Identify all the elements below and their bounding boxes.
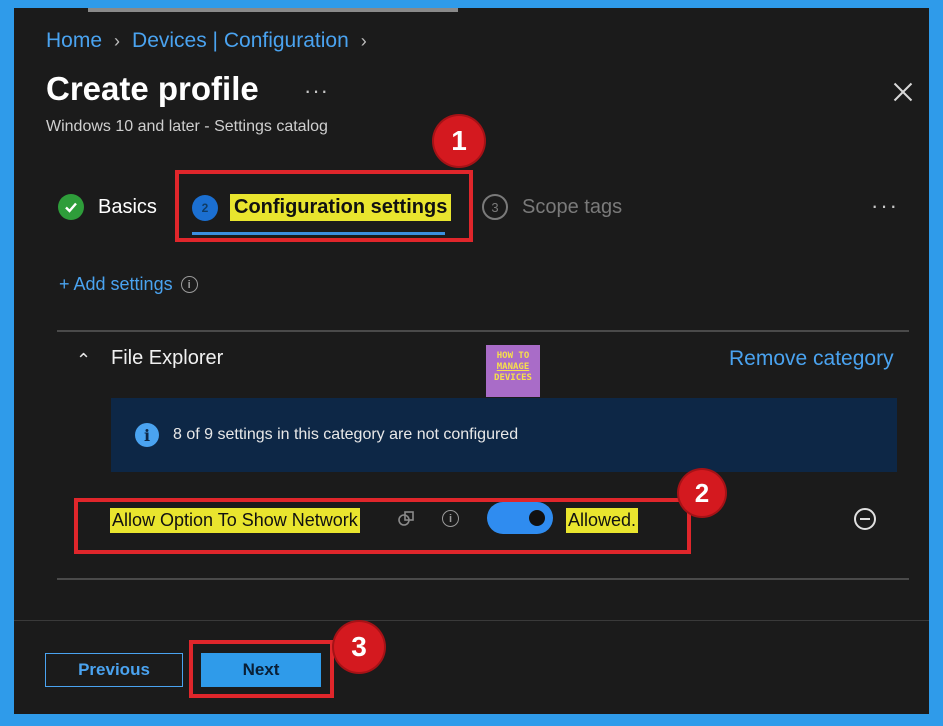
callout-box-3 [189, 640, 334, 698]
remove-category-link[interactable]: Remove category [729, 347, 894, 371]
breadcrumb: Home › Devices | Configuration › [46, 29, 379, 53]
close-icon[interactable] [889, 78, 917, 106]
breadcrumb-home[interactable]: Home [46, 29, 102, 53]
callout-box-2 [74, 498, 691, 554]
page-title: Create profile [46, 70, 259, 107]
breadcrumb-devices[interactable]: Devices | Configuration [132, 29, 349, 53]
scroll-indicator [88, 8, 458, 12]
add-settings-link[interactable]: + Add settings i [59, 274, 198, 295]
remove-setting-icon[interactable] [854, 508, 876, 530]
tab-basics[interactable]: Basics [58, 194, 157, 220]
callout-badge-1: 1 [434, 116, 484, 166]
callout-badge-2: 2 [679, 470, 725, 516]
checkmark-icon [58, 194, 84, 220]
info-banner: i 8 of 9 settings in this category are n… [111, 398, 897, 472]
info-banner-text: 8 of 9 settings in this category are not… [173, 426, 519, 443]
footer-divider [14, 620, 929, 621]
create-profile-panel: Home › Devices | Configuration › Create … [14, 8, 929, 714]
chevron-up-icon[interactable]: ⌃ [76, 350, 91, 371]
tab-basics-label: Basics [98, 195, 157, 218]
previous-button[interactable]: Previous [45, 653, 183, 687]
step-number-icon: 3 [482, 194, 508, 220]
category-title: File Explorer [111, 347, 224, 369]
more-options-icon[interactable]: ··· [304, 78, 329, 104]
more-tabs-icon[interactable]: ··· [871, 193, 899, 219]
divider [57, 578, 909, 580]
logo-line: MANAGE [496, 362, 530, 372]
tab-scope-tags-label: Scope tags [522, 195, 623, 218]
info-icon: i [135, 423, 159, 447]
chevron-right-icon: › [360, 30, 367, 51]
chevron-right-icon: › [114, 30, 121, 51]
logo-line: HOW TO [496, 351, 530, 361]
add-settings-label: + Add settings [59, 274, 173, 294]
page-subtitle: Windows 10 and later - Settings catalog [46, 118, 328, 135]
tab-scope-tags[interactable]: 3 Scope tags [482, 194, 622, 220]
callout-badge-3: 3 [334, 622, 384, 672]
watermark-logo: HOW TO MANAGE DEVICES [486, 345, 540, 397]
callout-box-1 [175, 170, 473, 242]
divider [57, 330, 909, 332]
logo-line: DEVICES [494, 373, 532, 383]
info-icon[interactable]: i [180, 276, 198, 293]
